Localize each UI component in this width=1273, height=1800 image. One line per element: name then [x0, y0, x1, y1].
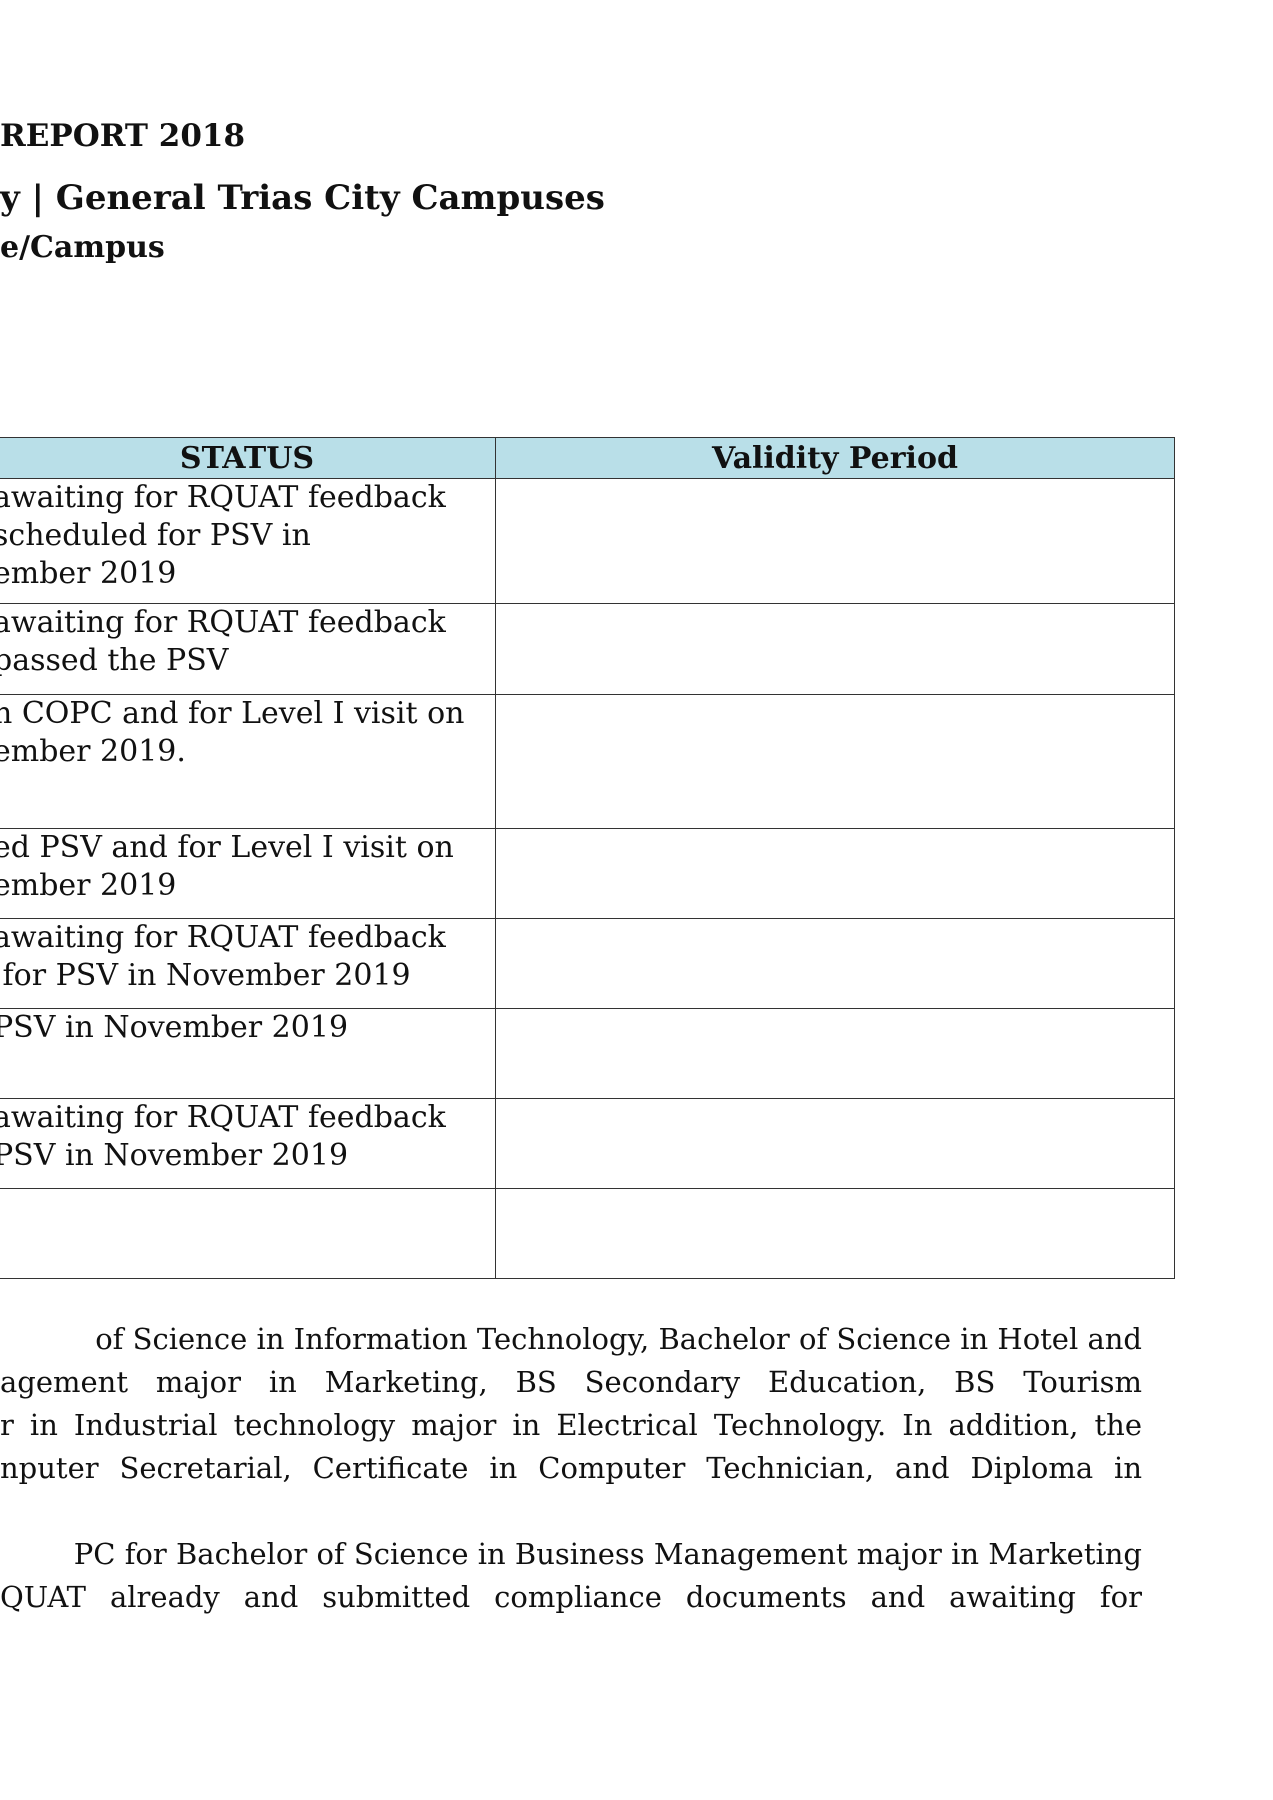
status-text: awaiting for RQUAT feedback passed the P… — [0, 605, 446, 678]
report-title: REPORT 2018 — [0, 118, 246, 154]
status-text: ed PSV and for Level I visit on ember 20… — [0, 830, 454, 903]
validity-column-header: Validity Period — [495, 437, 1175, 479]
paragraph-line: agement major in Marketing, BS Secondary… — [0, 1365, 1142, 1399]
table-row: awaiting for RQUAT feedback passed the P… — [0, 603, 1175, 695]
validity-cell — [495, 1098, 1175, 1189]
status-text: n COPC and for Level I visit on ember 20… — [0, 696, 465, 769]
paragraph-line: PC for Bachelor of Science in Business M… — [73, 1537, 1142, 1571]
validity-cell — [495, 694, 1175, 829]
table-row: awaiting for RQUAT feedback scheduled fo… — [0, 478, 1175, 604]
table-row — [0, 1188, 1175, 1279]
status-text: awaiting for RQUAT feedback for PSV in N… — [0, 920, 446, 993]
programs-paragraph: of Science in Information Technology, Ba… — [0, 1318, 1142, 1490]
status-cell: awaiting for RQUAT feedback passed the P… — [0, 603, 496, 695]
status-cell: PSV in November 2019 — [0, 1008, 496, 1099]
status-cell: ed PSV and for Level I visit on ember 20… — [0, 828, 496, 919]
table-row: ed PSV and for Level I visit on ember 20… — [0, 828, 1175, 919]
validity-cell — [495, 1008, 1175, 1099]
table-row: PSV in November 2019 — [0, 1008, 1175, 1099]
status-cell: n COPC and for Level I visit on ember 20… — [0, 694, 496, 829]
campus-subheading: e/Campus — [0, 230, 165, 265]
table-row: awaiting for RQUAT feedback PSV in Novem… — [0, 1098, 1175, 1189]
paragraph-line: nputer Secretarial, Certificate in Compu… — [0, 1451, 1142, 1485]
status-text: awaiting for RQUAT feedback scheduled fo… — [0, 480, 446, 591]
validity-cell — [495, 828, 1175, 919]
paragraph-line: r in Industrial technology major in Elec… — [0, 1408, 1142, 1442]
status-cell: awaiting for RQUAT feedback PSV in Novem… — [0, 1098, 496, 1189]
status-column-header: STATUS — [0, 437, 496, 479]
copc-paragraph: PC for Bachelor of Science in Business M… — [0, 1533, 1142, 1619]
status-cell: awaiting for RQUAT feedback for PSV in N… — [0, 918, 496, 1009]
paragraph-line: of Science in Information Technology, Ba… — [95, 1322, 1142, 1356]
status-cell: awaiting for RQUAT feedback scheduled fo… — [0, 478, 496, 604]
validity-cell — [495, 918, 1175, 1009]
table-header-row: STATUS Validity Period — [0, 437, 1175, 479]
status-cell — [0, 1188, 496, 1279]
table-row: awaiting for RQUAT feedback for PSV in N… — [0, 918, 1175, 1009]
table-row: n COPC and for Level I visit on ember 20… — [0, 694, 1175, 829]
paragraph-line: QUAT already and submitted compliance do… — [0, 1580, 1142, 1614]
campuses-heading: y | General Trias City Campuses — [0, 178, 605, 218]
validity-cell — [495, 1188, 1175, 1279]
validity-cell — [495, 603, 1175, 695]
validity-cell — [495, 478, 1175, 604]
status-text: PSV in November 2019 — [0, 1010, 349, 1045]
program-status-table: STATUS Validity Period awaiting for RQUA… — [0, 437, 1175, 1279]
status-text: awaiting for RQUAT feedback PSV in Novem… — [0, 1100, 446, 1173]
